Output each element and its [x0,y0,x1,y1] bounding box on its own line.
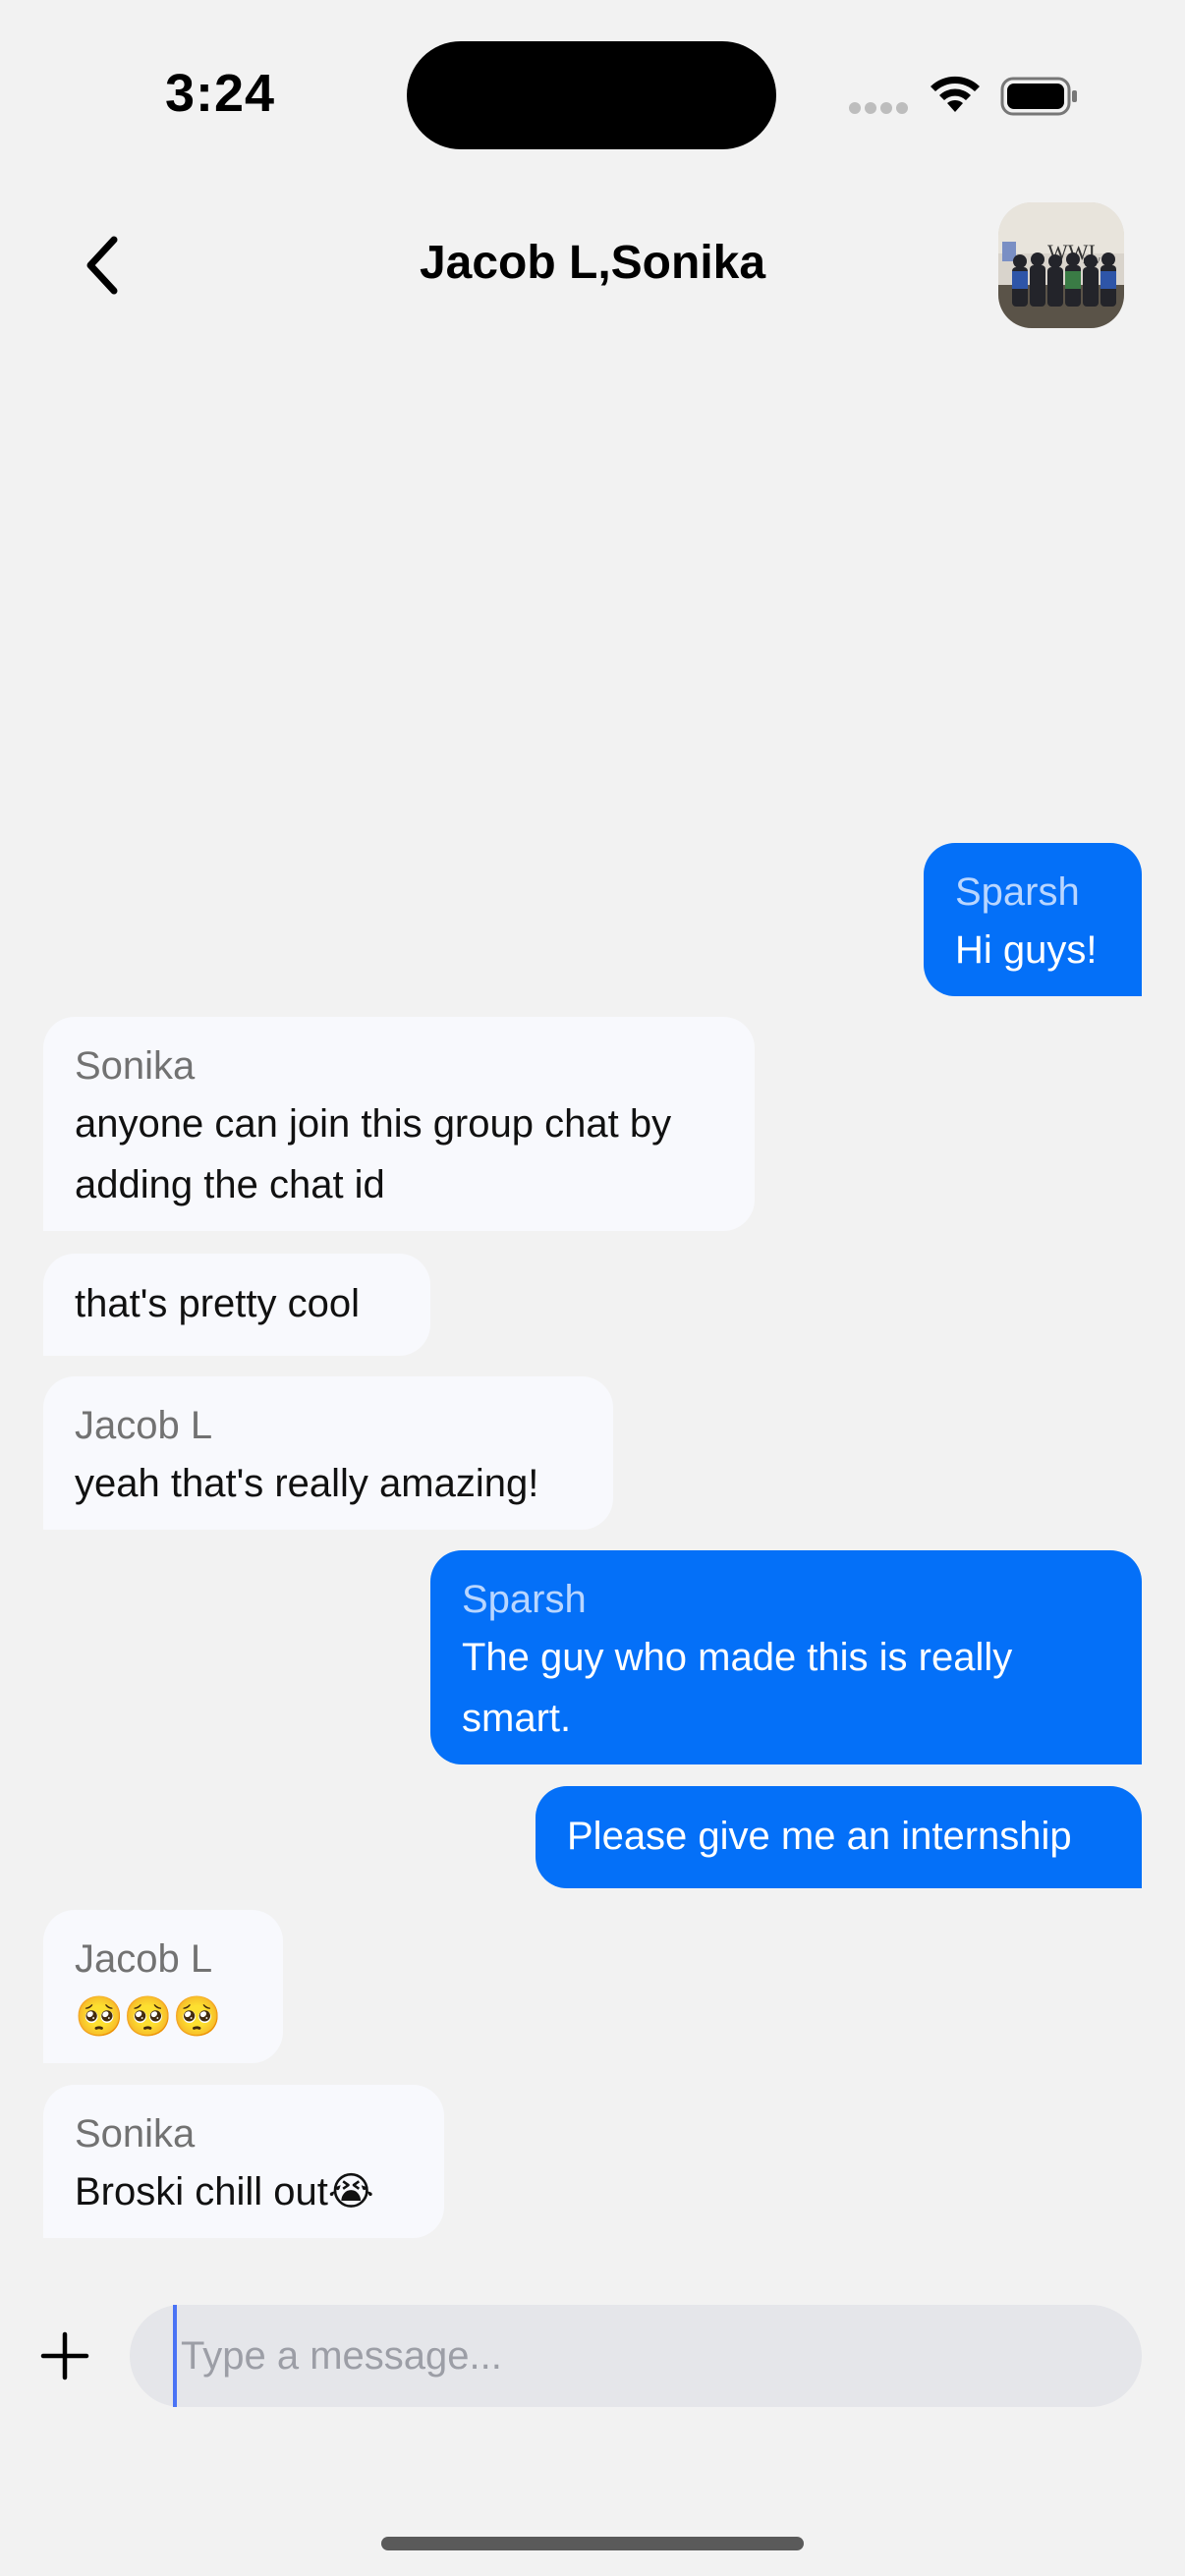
message-text: 🥺🥺🥺 [75,1994,222,2040]
message-text: Please give me an internship [567,1815,1072,1858]
message-sender: Jacob L [75,1937,213,1981]
message-bubble-incoming[interactable]: Jacob L 🥺🥺🥺 [43,1910,283,2063]
message-bubble-outgoing[interactable]: Sparsh Hi guys! [924,843,1142,996]
message-input-container[interactable] [130,2305,1142,2407]
message-input[interactable] [173,2305,1124,2407]
message-bubble-outgoing[interactable]: Sparsh The guy who made this is really s… [430,1550,1142,1764]
message-text: Broski chill out😭 [75,2170,374,2213]
add-attachment-button[interactable] [37,2328,92,2383]
message-text: that's pretty cool [75,1282,360,1325]
message-bubble-outgoing[interactable]: Please give me an internship [536,1786,1142,1888]
message-sender: Jacob L [75,1404,213,1447]
status-time: 3:24 [165,64,276,123]
message-text: Hi guys! [955,928,1098,972]
message-sender: Sparsh [462,1578,587,1621]
message-bubble-incoming[interactable]: Sonika anyone can join this group chat b… [43,1017,755,1231]
message-sender: Sparsh [955,870,1080,914]
plus-icon [40,2331,89,2380]
message-text: anyone can join this group chat by addin… [75,1102,672,1206]
wifi-icon [931,76,980,112]
message-sender: Sonika [75,2112,196,2156]
message-bubble-incoming[interactable]: Sonika Broski chill out😭 [43,2085,444,2238]
battery-icon [1000,77,1077,116]
message-text: yeah that's really amazing! [75,1462,539,1505]
message-sender: Sonika [75,1044,196,1088]
group-photo-icon: WWI nov [998,202,1124,328]
cellular-signal-icon [849,102,908,116]
message-text: The guy who made this is really smart. [462,1636,1013,1740]
dynamic-island [407,41,776,149]
group-avatar[interactable]: WWI nov [998,202,1124,328]
home-indicator[interactable] [381,2537,804,2550]
message-bubble-incoming[interactable]: Jacob L yeah that's really amazing! [43,1376,613,1530]
message-bubble-incoming[interactable]: that's pretty cool [43,1254,430,1356]
